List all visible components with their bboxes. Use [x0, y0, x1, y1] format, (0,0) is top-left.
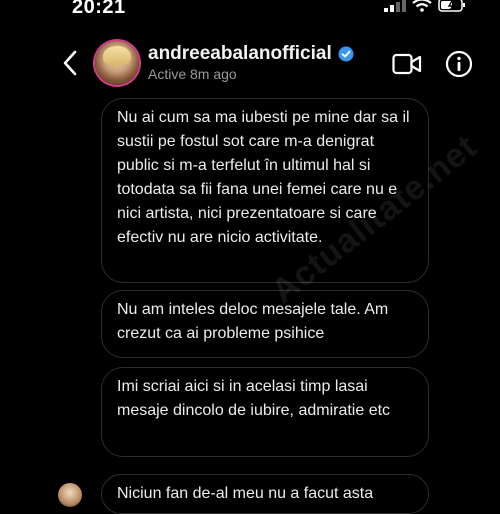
- status-time: 20:21: [72, 0, 126, 18]
- status-icons: [384, 0, 466, 12]
- message-bubble[interactable]: Imi scriai aici si in acelasi timp lasai…: [101, 367, 429, 457]
- message-bubble[interactable]: Nu ai cum sa ma iubesti pe mine dar sa i…: [101, 98, 429, 283]
- active-status: Active 8m ago: [148, 66, 237, 82]
- info-icon[interactable]: [445, 50, 473, 78]
- video-call-icon[interactable]: [392, 52, 422, 76]
- back-arrow-icon[interactable]: [58, 48, 82, 78]
- battery-icon: [438, 0, 465, 12]
- chat-header: andreeabalanofficial Active 8m ago: [0, 30, 500, 96]
- avatar[interactable]: [95, 41, 139, 85]
- verified-badge-icon: [338, 46, 354, 62]
- signal-icon: [384, 0, 406, 12]
- sender-avatar: [58, 483, 82, 507]
- status-bar: 20:21: [0, 0, 500, 22]
- username-row[interactable]: andreeabalanofficial: [148, 43, 354, 65]
- wifi-icon: [412, 0, 432, 12]
- message-bubble[interactable]: Nu am inteles deloc mesajele tale. Am cr…: [101, 290, 429, 358]
- username: andreeabalanofficial: [148, 43, 332, 64]
- message-bubble[interactable]: Niciun fan de-al meu nu a facut asta: [101, 474, 429, 514]
